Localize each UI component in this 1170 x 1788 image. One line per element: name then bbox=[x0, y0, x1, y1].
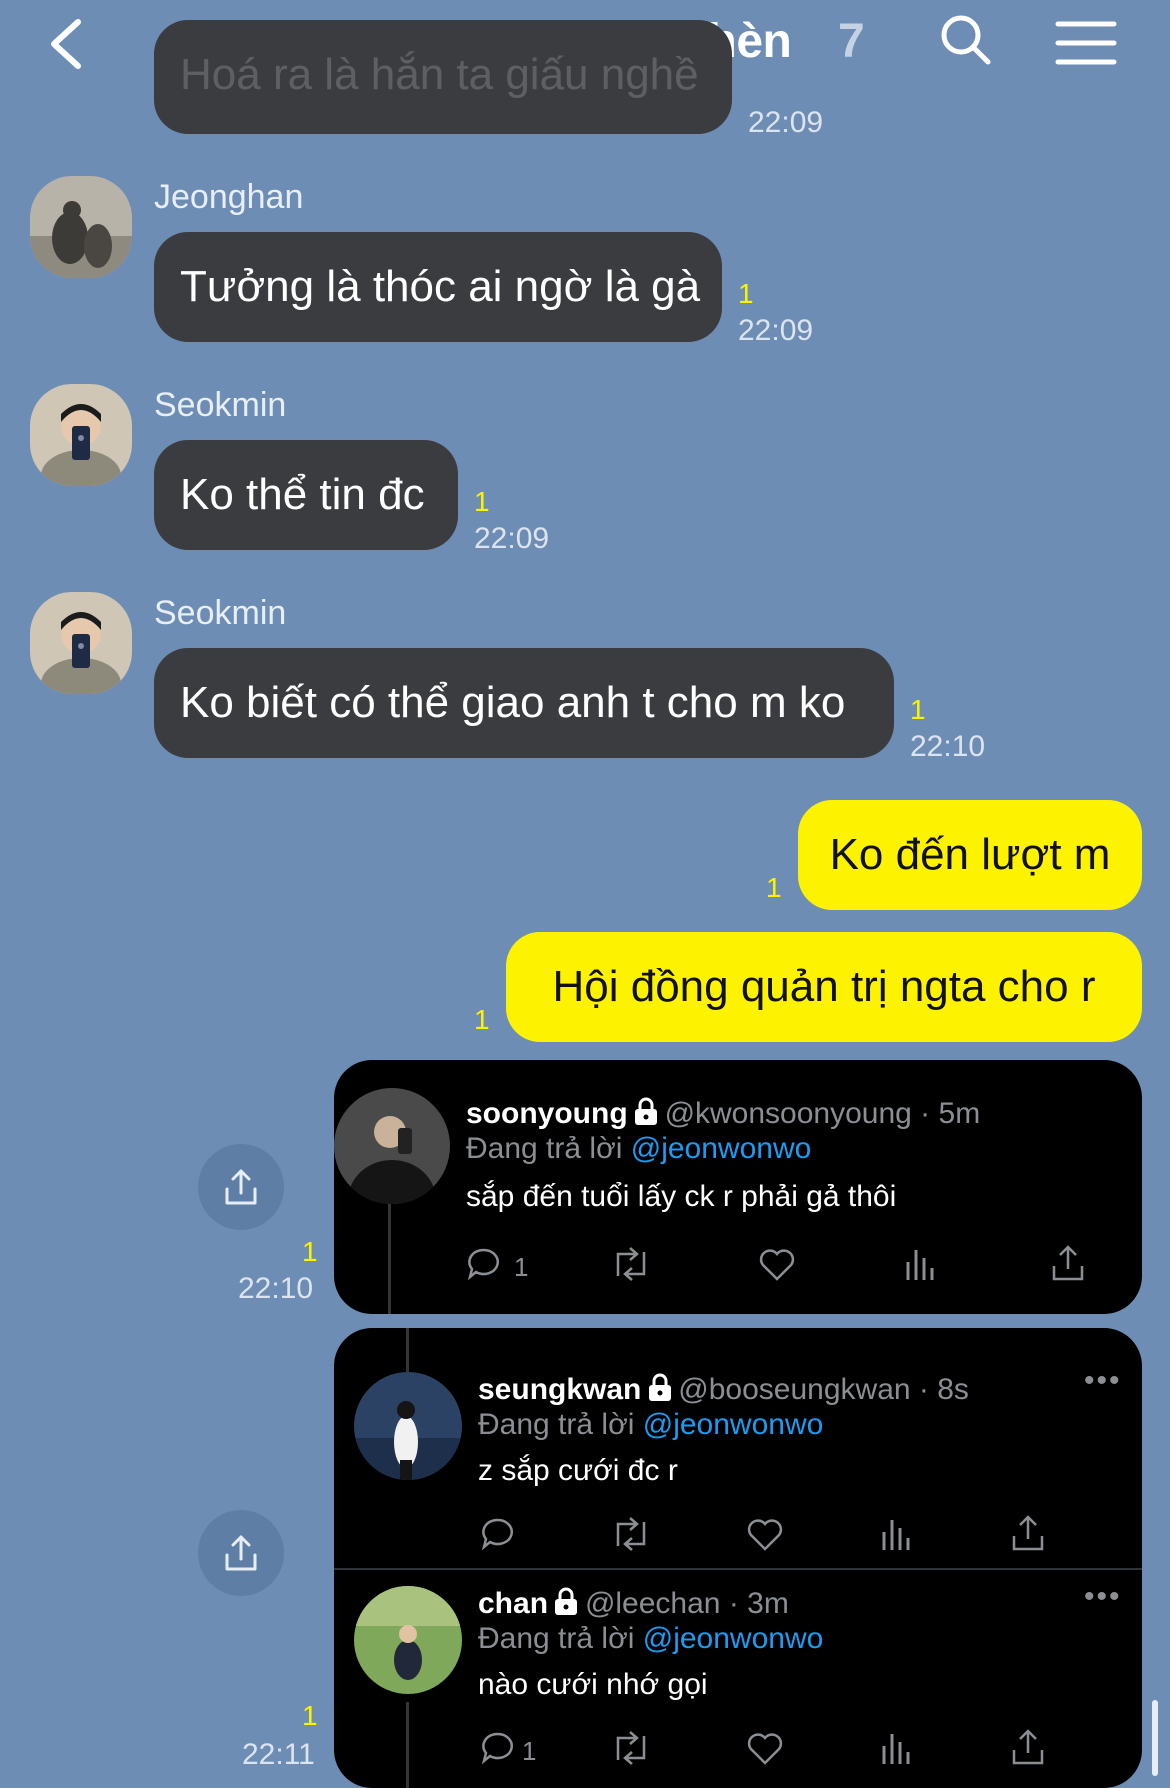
message-time: 22:10 bbox=[910, 730, 986, 763]
lock-icon bbox=[648, 1373, 671, 1401]
message-text: Ko biết có thể giao anh t cho m ko bbox=[180, 678, 846, 727]
views-icon[interactable] bbox=[880, 1516, 912, 1552]
tweet-header: chan @leechan · 3m bbox=[478, 1586, 789, 1621]
tweet-handle: @booseungkwan · 8s bbox=[678, 1373, 969, 1406]
reply-context: Đang trả lời @jeonwonwo bbox=[478, 1622, 823, 1656]
share-icon bbox=[225, 1169, 257, 1205]
more-options-icon[interactable]: ••• bbox=[1084, 1580, 1122, 1614]
tweet-share-icon[interactable] bbox=[1010, 1728, 1046, 1766]
tweet-handle: @kwonsoonyoung · 5m bbox=[664, 1097, 981, 1130]
message-text: Tưởng là thóc ai ngờ là gà bbox=[180, 262, 701, 311]
avatar-chan[interactable] bbox=[354, 1586, 462, 1694]
unread-count: 1 bbox=[302, 1700, 318, 1731]
message-text: Hội đồng quản trị ngta cho r bbox=[552, 962, 1096, 1011]
lock-icon bbox=[555, 1587, 578, 1615]
views-icon[interactable] bbox=[880, 1730, 912, 1766]
share-icon bbox=[225, 1535, 257, 1571]
message-time: 22:09 bbox=[738, 314, 814, 347]
avatar-jeonghan[interactable] bbox=[30, 176, 132, 278]
unread-count: 1 bbox=[302, 1236, 318, 1267]
message-bubble[interactable]: Ko biết có thể giao anh t cho m ko bbox=[154, 648, 894, 758]
share-button[interactable] bbox=[198, 1144, 284, 1230]
unread-count: 1 bbox=[738, 278, 754, 309]
tweet-text: z sắp cưới đc r bbox=[478, 1454, 678, 1487]
reply-prefix: Đang trả lời bbox=[478, 1408, 635, 1441]
mention-link[interactable]: @jeonwonwo bbox=[643, 1622, 824, 1655]
unread-count: 1 bbox=[766, 872, 782, 903]
tweet-text: nào cưới nhớ gọi bbox=[478, 1668, 708, 1701]
thread-line bbox=[406, 1702, 409, 1788]
tweet-author[interactable]: chan bbox=[478, 1587, 548, 1620]
tweet-share-icon[interactable] bbox=[1010, 1514, 1046, 1552]
message-bubble[interactable]: Tưởng là thóc ai ngờ là gà bbox=[154, 232, 722, 342]
sender-name: Seokmin bbox=[154, 594, 287, 632]
share-button[interactable] bbox=[198, 1510, 284, 1596]
retweet-icon[interactable] bbox=[610, 1246, 652, 1282]
reply-prefix: Đang trả lời bbox=[466, 1132, 623, 1165]
reply-context: Đang trả lời @jeonwonwo bbox=[478, 1408, 823, 1442]
mention-link[interactable]: @jeonwonwo bbox=[631, 1132, 812, 1165]
more-options-icon[interactable]: ••• bbox=[1084, 1364, 1122, 1398]
views-icon[interactable] bbox=[904, 1246, 936, 1282]
avatar-soonyoung[interactable] bbox=[334, 1088, 450, 1204]
header-backdrop bbox=[0, 0, 1170, 64]
tweet-header: seungkwan @booseungkwan · 8s bbox=[478, 1372, 969, 1407]
mention-link[interactable]: @jeonwonwo bbox=[643, 1408, 824, 1441]
reply-context: Đang trả lời @jeonwonwo bbox=[466, 1132, 811, 1166]
sender-name: Jeonghan bbox=[154, 178, 304, 216]
tweet-text: sắp đến tuổi lấy ck r phải gả thôi bbox=[466, 1180, 897, 1213]
tweet-card[interactable]: soonyoung @kwonsoonyoung · 5m Đang trả l… bbox=[334, 1060, 1142, 1314]
tweet-header: soonyoung @kwonsoonyoung · 5m bbox=[466, 1096, 980, 1131]
avatar-seokmin[interactable] bbox=[30, 592, 132, 694]
my-message-bubble[interactable]: Ko đến lượt m bbox=[798, 800, 1142, 910]
reply-count: 1 bbox=[514, 1252, 529, 1282]
message-time: 22:10 bbox=[238, 1272, 314, 1305]
message-text: Ko thể tin đc bbox=[180, 470, 425, 519]
reply-icon[interactable] bbox=[466, 1246, 502, 1282]
avatar-seungkwan[interactable] bbox=[354, 1372, 462, 1480]
like-icon[interactable] bbox=[746, 1730, 784, 1766]
tweet-author[interactable]: soonyoung bbox=[466, 1097, 628, 1130]
reply-prefix: Đang trả lời bbox=[478, 1622, 635, 1655]
tweet-handle: @leechan · 3m bbox=[584, 1587, 789, 1620]
reply-icon[interactable] bbox=[480, 1730, 516, 1766]
tweet-card[interactable]: seungkwan @booseungkwan · 8s ••• Đang tr… bbox=[334, 1328, 1142, 1788]
message-time: 22:09 bbox=[474, 522, 550, 555]
scrollbar[interactable] bbox=[1152, 1700, 1158, 1776]
unread-count: 1 bbox=[474, 486, 490, 517]
thread-line bbox=[406, 1328, 409, 1378]
unread-count: 1 bbox=[910, 694, 926, 725]
retweet-icon[interactable] bbox=[610, 1516, 652, 1552]
like-icon[interactable] bbox=[758, 1246, 796, 1282]
reply-icon[interactable] bbox=[480, 1516, 516, 1552]
lock-icon bbox=[635, 1097, 658, 1125]
sender-name: Seokmin bbox=[154, 386, 287, 424]
like-icon[interactable] bbox=[746, 1516, 784, 1552]
tweet-author[interactable]: seungkwan bbox=[478, 1373, 641, 1406]
tweet-divider bbox=[334, 1568, 1142, 1570]
my-message-bubble[interactable]: Hội đồng quản trị ngta cho r bbox=[506, 932, 1142, 1042]
message-text: Ko đến lượt m bbox=[829, 830, 1111, 879]
message-time: 22:09 bbox=[748, 106, 824, 139]
avatar-seokmin[interactable] bbox=[30, 384, 132, 486]
unread-count: 1 bbox=[474, 1004, 490, 1035]
reply-count: 1 bbox=[522, 1736, 537, 1766]
tweet-share-icon[interactable] bbox=[1050, 1244, 1086, 1282]
retweet-icon[interactable] bbox=[610, 1730, 652, 1766]
message-bubble[interactable]: Ko thể tin đc bbox=[154, 440, 458, 550]
message-time: 22:11 bbox=[242, 1738, 315, 1771]
